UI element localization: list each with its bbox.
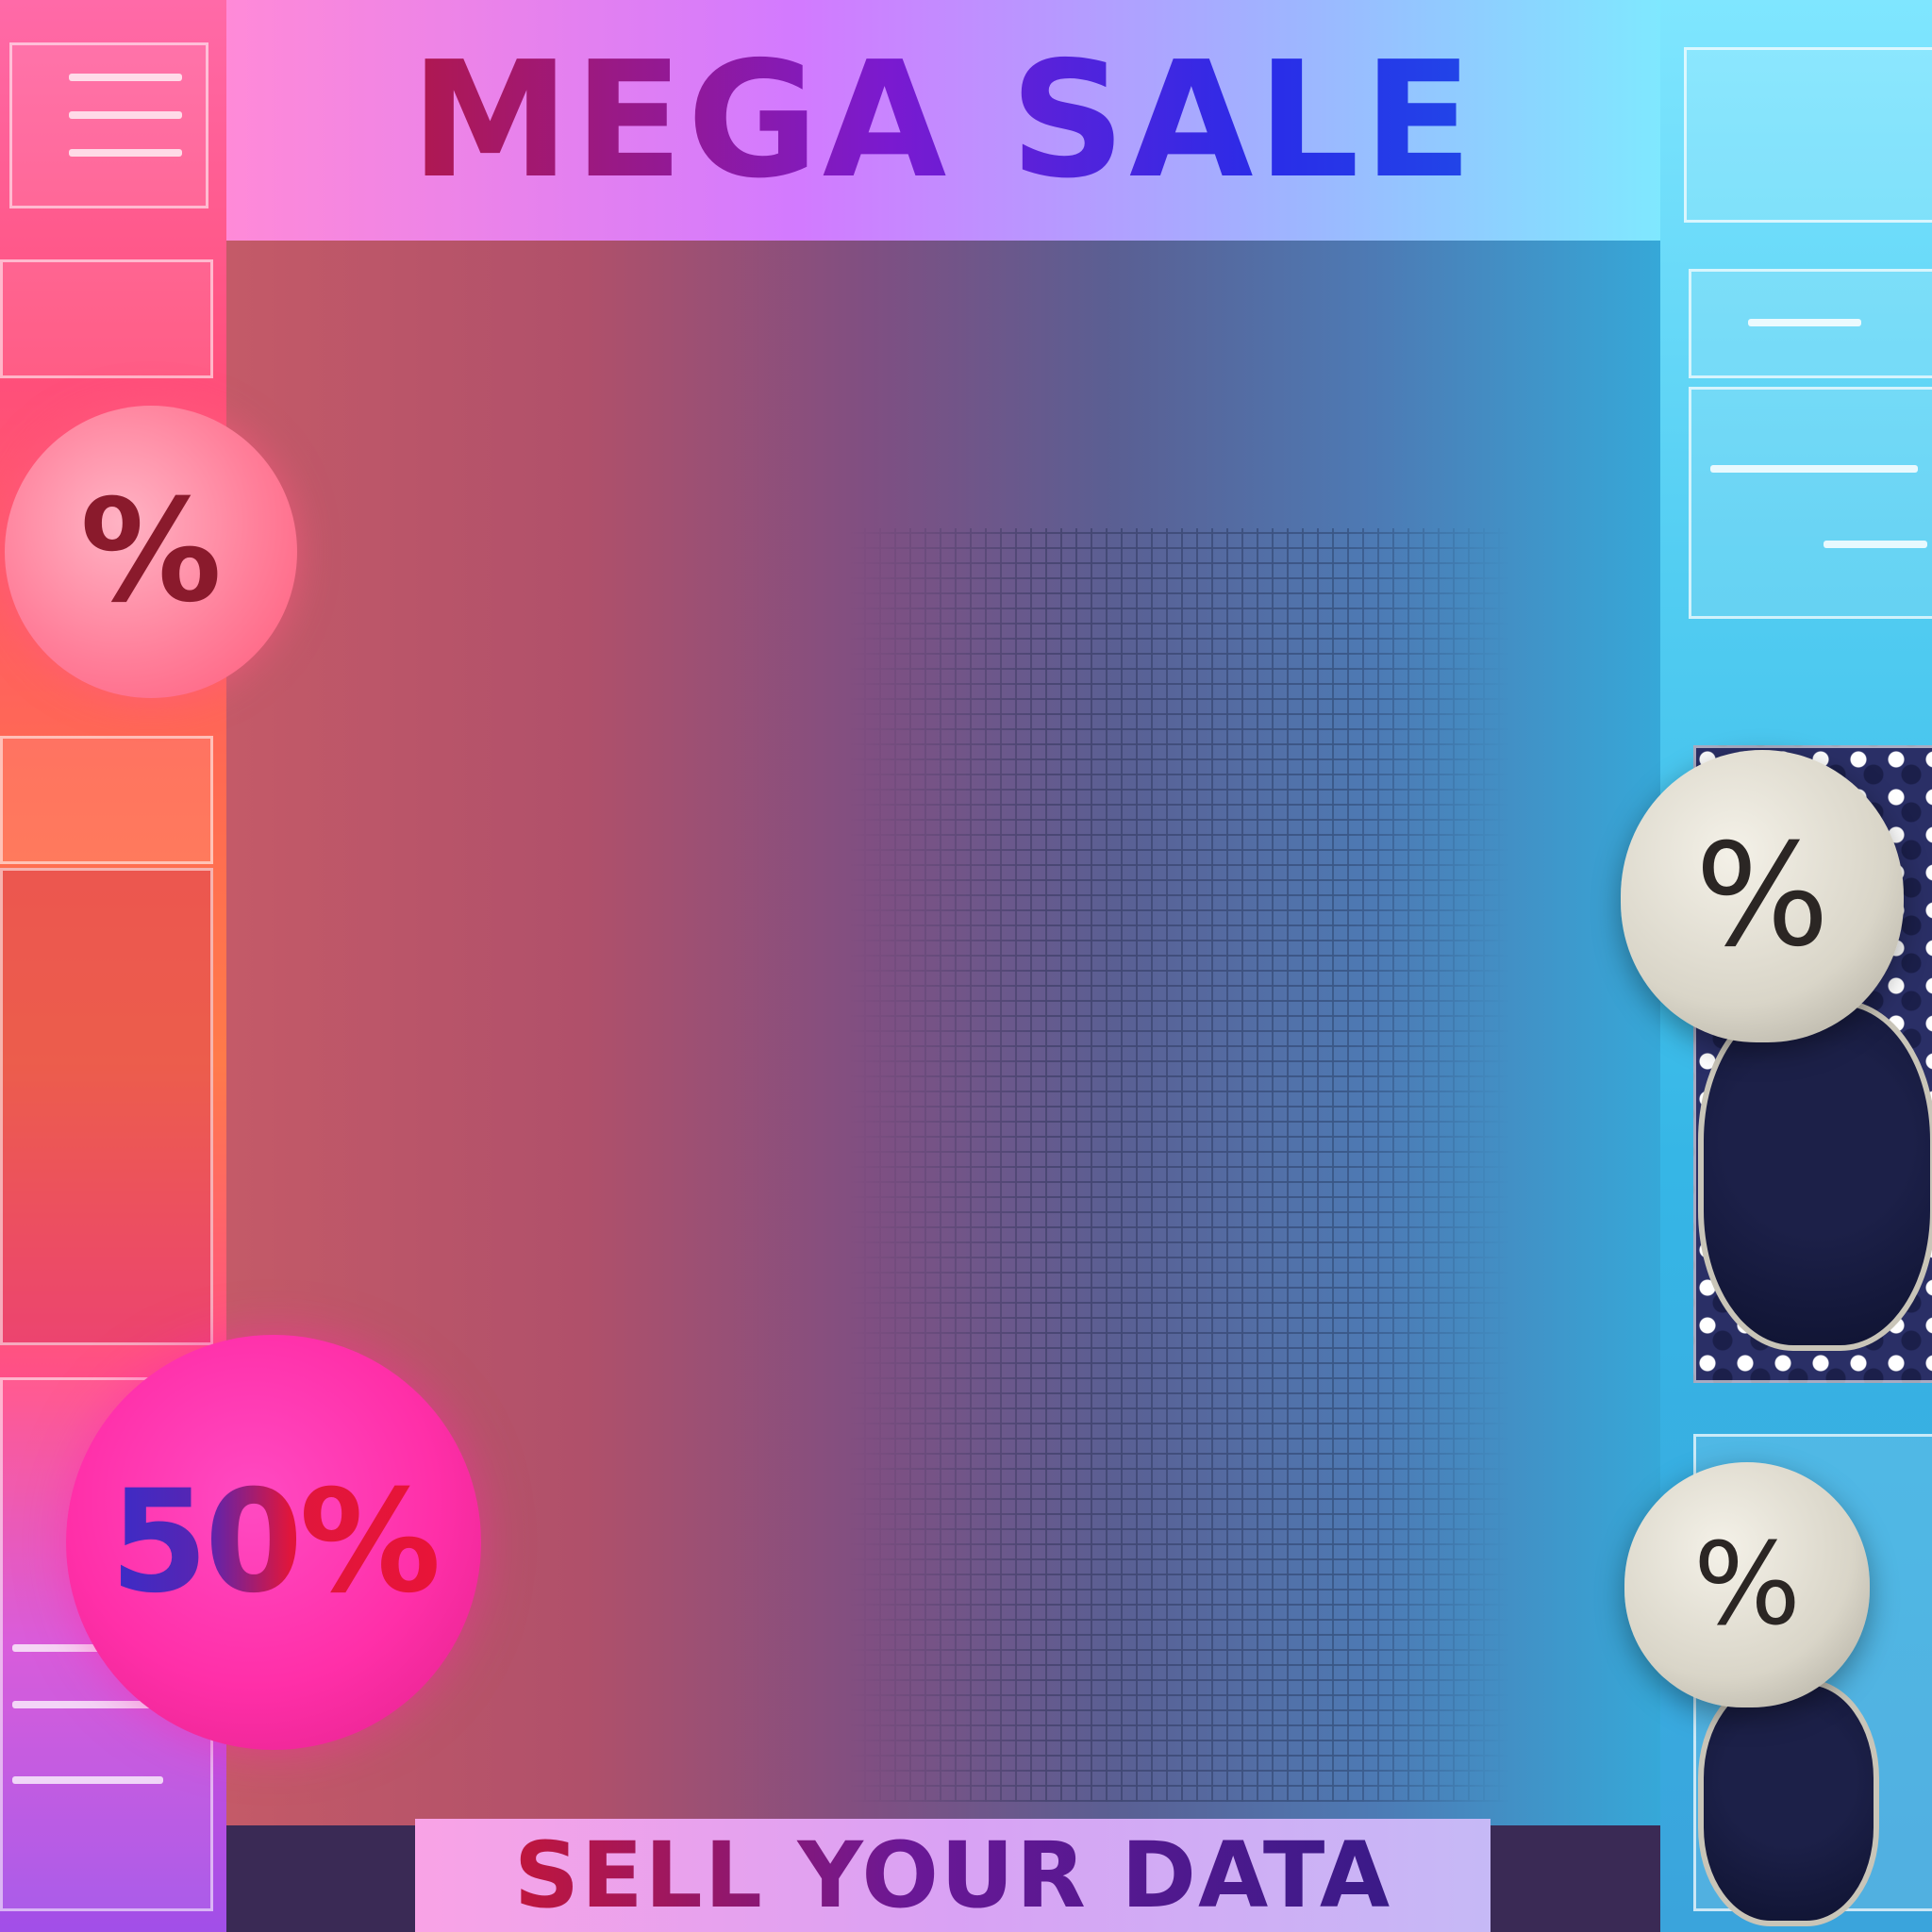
tile-line: [1824, 541, 1927, 548]
tile-line: [12, 1776, 163, 1784]
left-product-image: [0, 868, 213, 1345]
left-tile: [0, 736, 213, 864]
sale-poster: MEGA SALE SELL YOUR DATA % 50% % %: [0, 0, 1932, 1932]
subline-text: SELL YOUR DATA: [513, 1823, 1392, 1928]
tile-line: [1710, 465, 1918, 473]
bottom-banner: SELL YOUR DATA: [415, 1819, 1491, 1932]
character-body: [1698, 1000, 1932, 1351]
percent-mascot-upper: %: [1621, 750, 1904, 1042]
right-tile: [1689, 269, 1932, 378]
headline-text: MEGA SALE: [409, 26, 1477, 214]
character-body: [1698, 1679, 1879, 1926]
tile-line: [1748, 319, 1861, 326]
percent-icon: %: [1694, 814, 1830, 978]
tile-line: [69, 149, 182, 157]
right-tile: [1684, 47, 1932, 223]
percent-icon: %: [79, 470, 223, 634]
top-banner: MEGA SALE: [226, 0, 1660, 241]
left-tile: [0, 259, 213, 378]
tile-line: [69, 74, 182, 81]
discount-badge-50: 50%: [66, 1335, 481, 1750]
percent-icon: %: [1692, 1519, 1802, 1651]
right-tile: [1689, 387, 1932, 619]
percent-mascot-lower: %: [1624, 1462, 1870, 1707]
discount-label: 50%: [109, 1460, 441, 1624]
left-tile: [9, 42, 208, 208]
percent-badge-top-left: %: [5, 406, 297, 698]
tile-line: [69, 111, 182, 119]
city-grid-texture: [849, 528, 1509, 1802]
